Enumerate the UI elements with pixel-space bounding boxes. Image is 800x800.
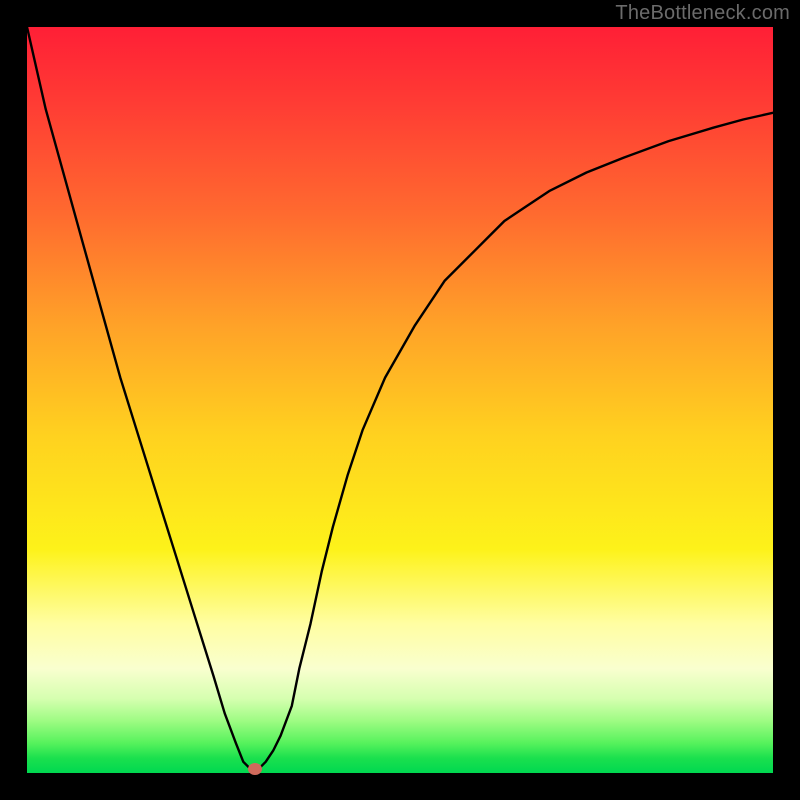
chart-frame (27, 27, 773, 773)
watermark-text: TheBottleneck.com (615, 2, 790, 25)
curve-path (27, 27, 773, 769)
minimum-marker (248, 763, 262, 775)
bottleneck-curve (27, 27, 773, 773)
chart-container: TheBottleneck.com (0, 0, 800, 800)
